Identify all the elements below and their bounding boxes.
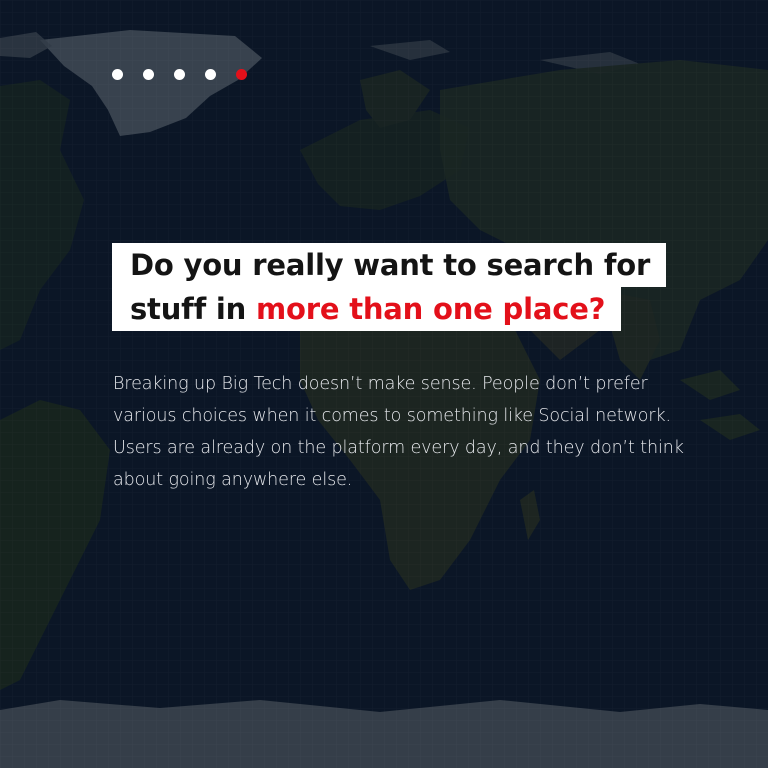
slide: Do you really want to search for stuff i…	[0, 0, 768, 768]
headline-highlight: more than one place?	[255, 292, 606, 326]
headline: Do you really want to search for stuff i…	[112, 243, 667, 331]
pager-dot-active[interactable]	[236, 69, 247, 80]
pager-dot[interactable]	[174, 69, 185, 80]
headline-line-1: Do you really want to search for	[112, 243, 667, 287]
body-paragraph: Breaking up Big Tech doesn’t make sense.…	[113, 374, 684, 490]
pager-dot[interactable]	[143, 69, 154, 80]
pager-dot[interactable]	[112, 69, 123, 80]
pager-dot[interactable]	[205, 69, 216, 80]
headline-line-2-prefix: stuff in	[130, 292, 256, 326]
slide-pager	[112, 69, 247, 81]
headline-line-2: stuff in more than one place?	[112, 287, 622, 331]
